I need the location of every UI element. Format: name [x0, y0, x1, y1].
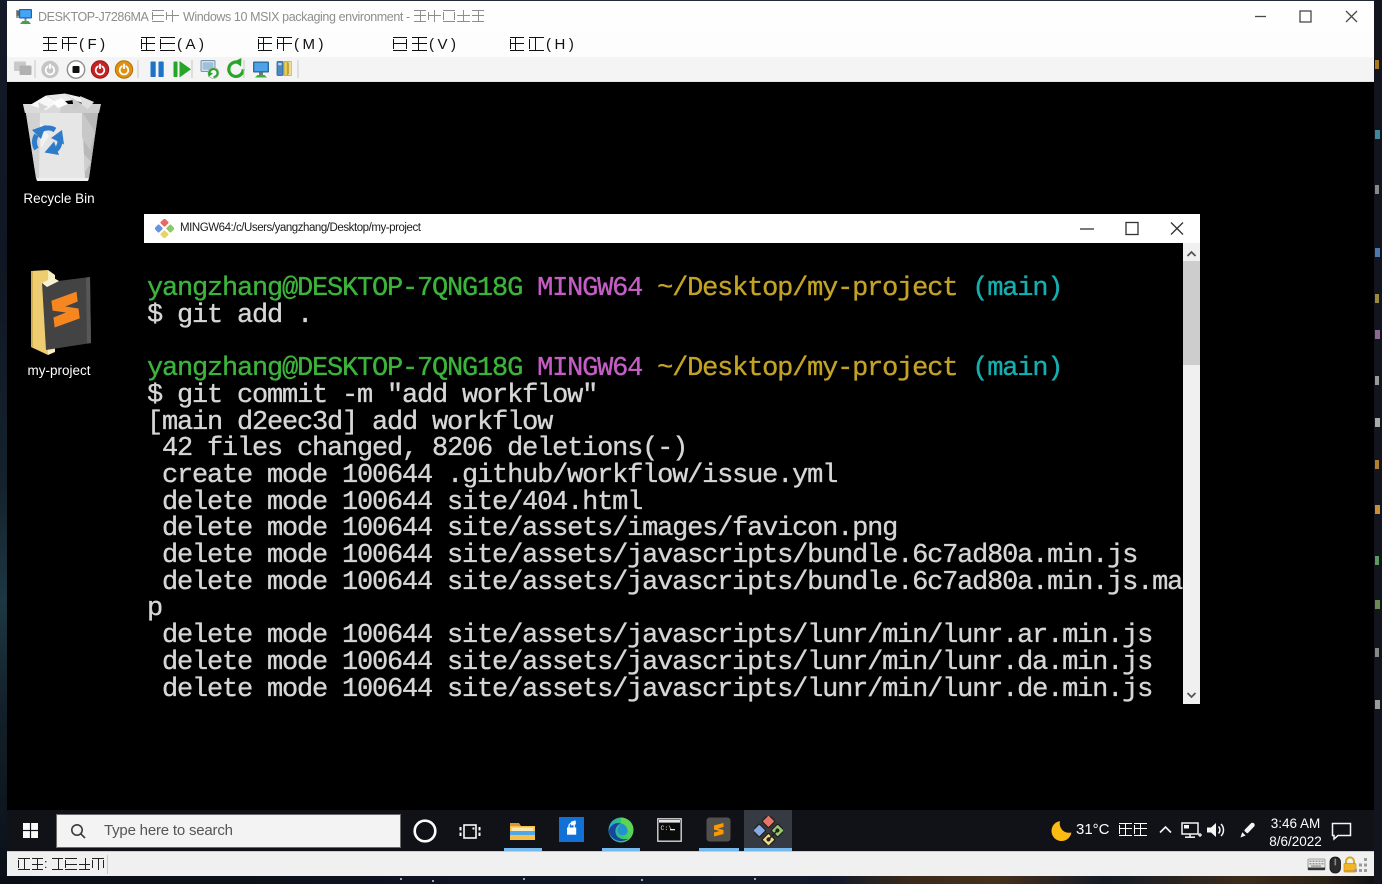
svg-text:C:\: C:\ — [661, 825, 673, 832]
